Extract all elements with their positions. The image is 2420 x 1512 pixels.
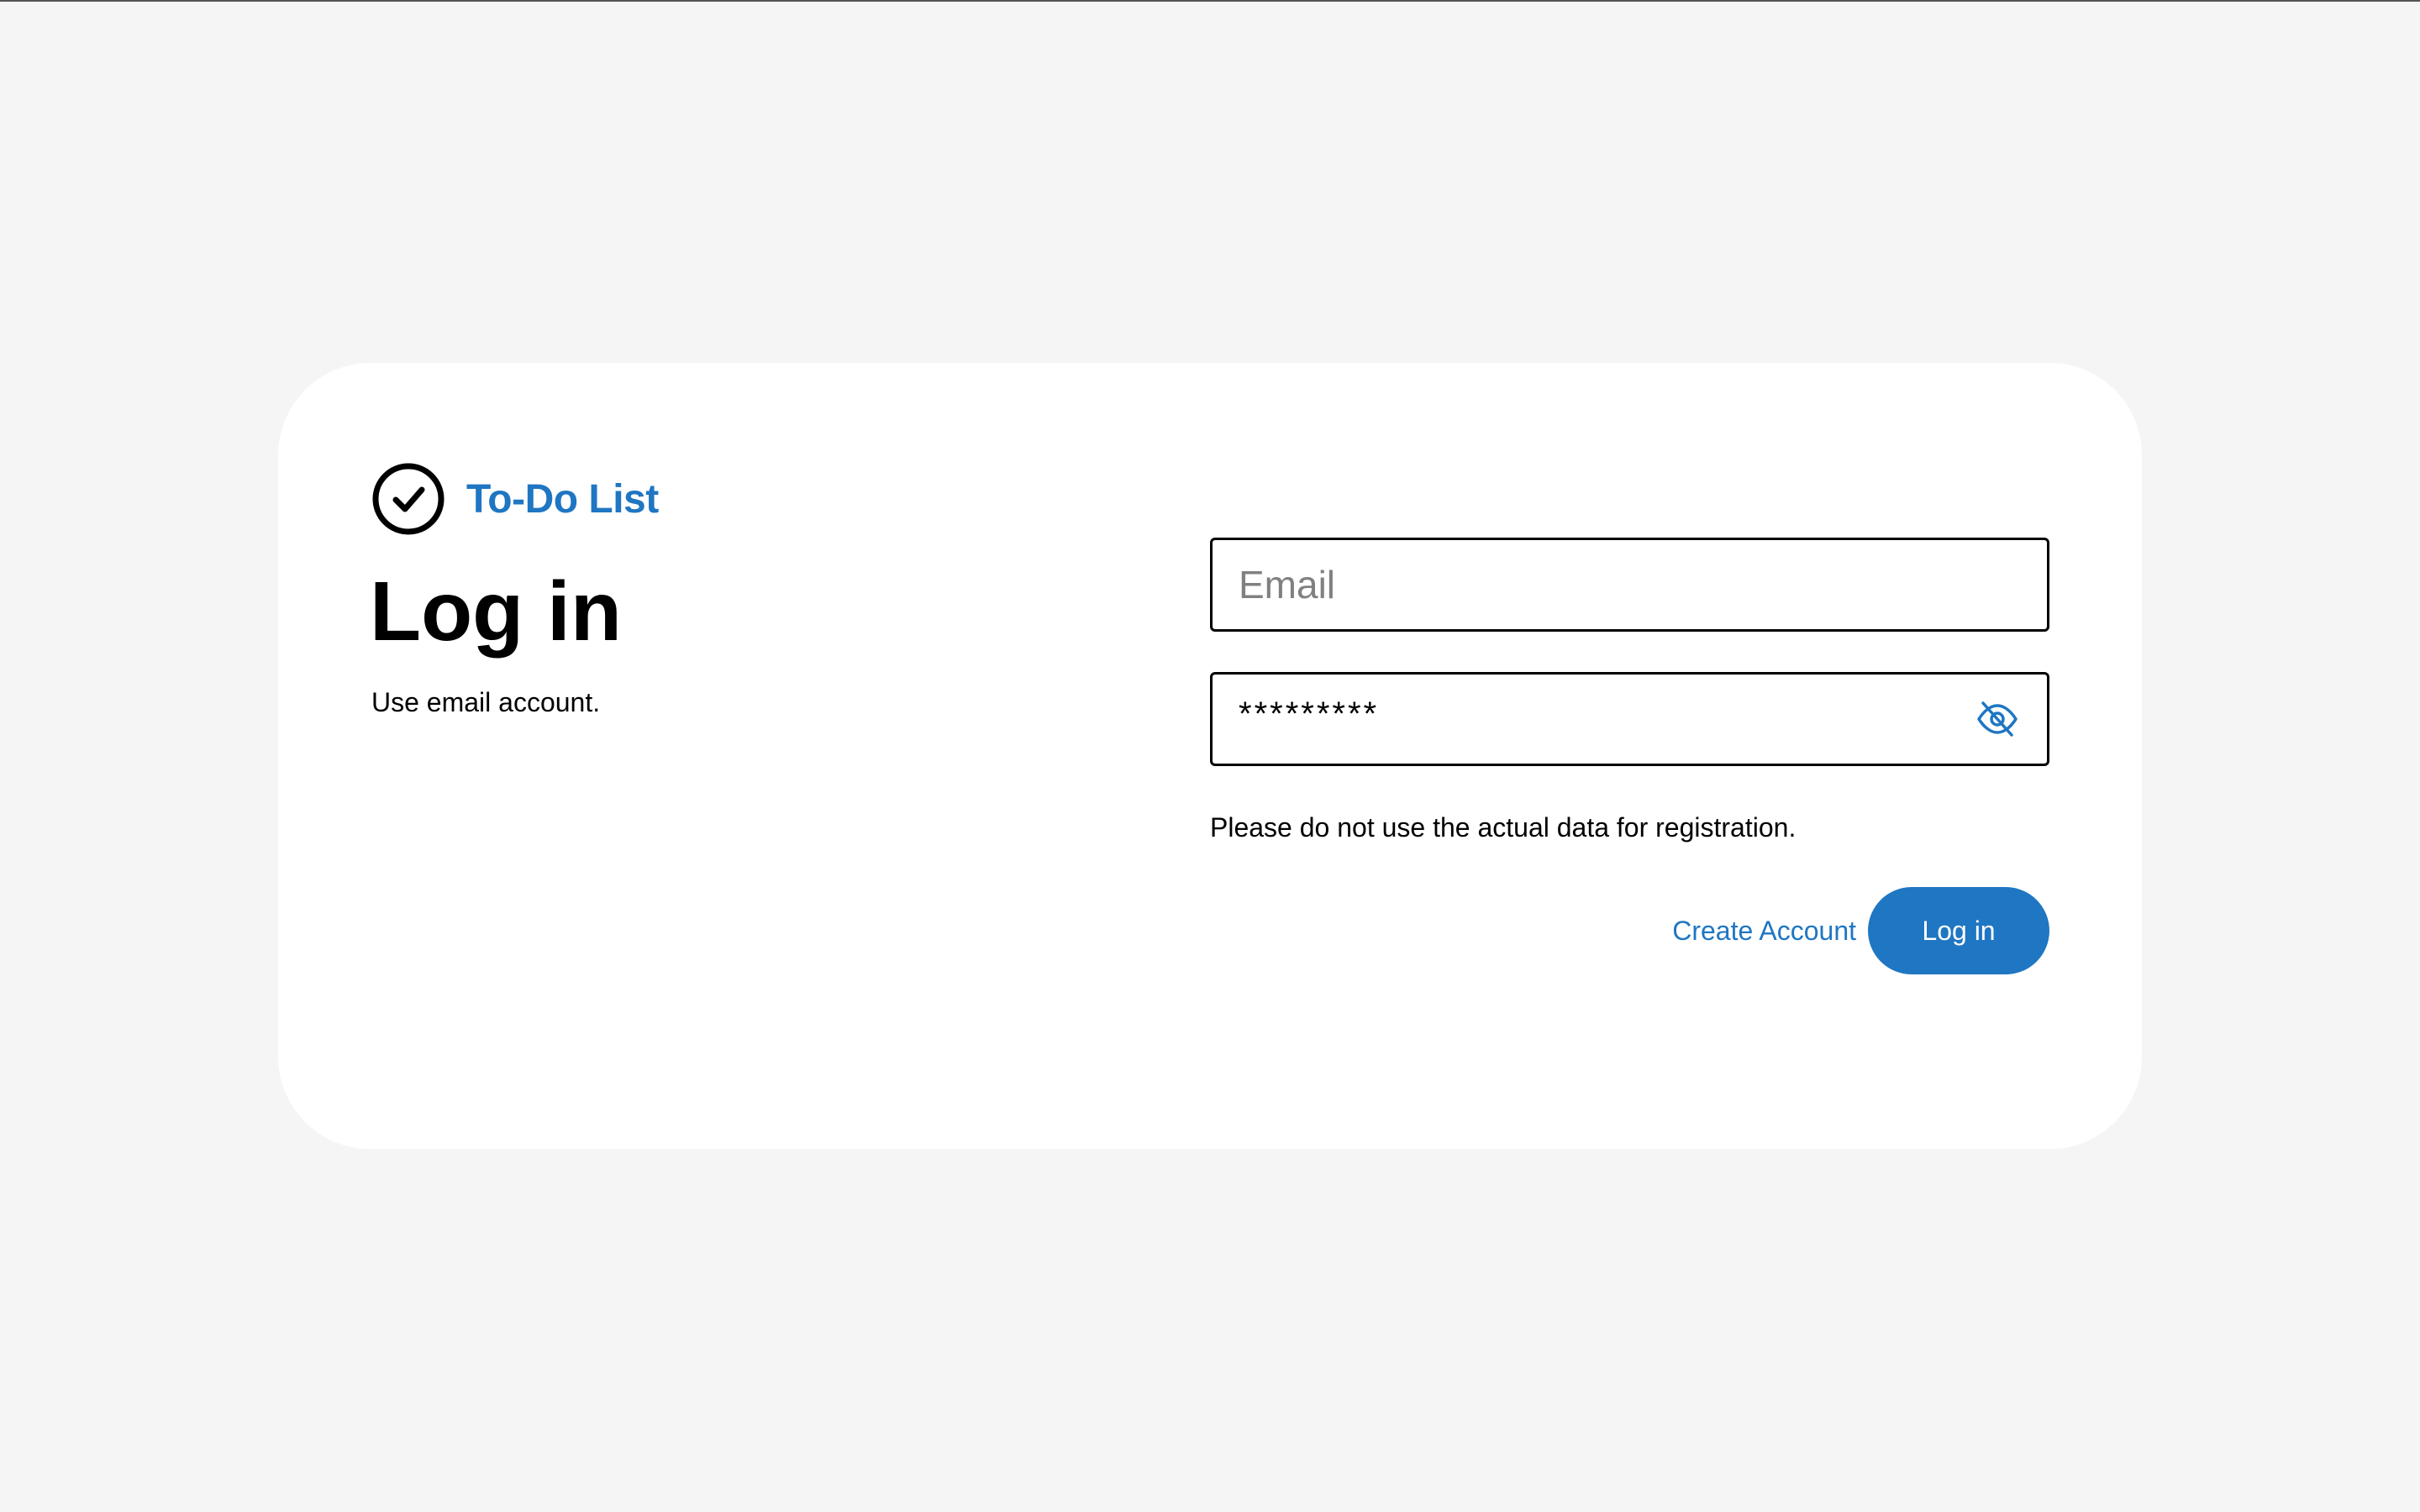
password-field-box	[1210, 669, 2049, 766]
login-form: Please do not use the actual data for re…	[1210, 538, 2049, 974]
app-name: To-Do List	[466, 476, 659, 522]
top-border	[0, 0, 2420, 2]
page-title: Log in	[370, 564, 622, 659]
login-button[interactable]: Log in	[1868, 887, 2049, 974]
password-input[interactable]	[1239, 669, 1978, 759]
login-card: To-Do List Log in Use email account. Ple…	[278, 363, 2142, 1149]
check-circle-icon	[372, 463, 445, 535]
brand: To-Do List	[371, 460, 659, 538]
form-actions: Create Account Log in	[1210, 887, 2049, 974]
login-intro: To-Do List Log in Use email account.	[370, 460, 659, 718]
create-account-link[interactable]: Create Account	[1210, 887, 1856, 974]
eye-off-icon[interactable]	[1976, 700, 2018, 738]
email-input[interactable]	[1239, 540, 1978, 629]
page-subtitle: Use email account.	[371, 687, 601, 717]
email-field-box	[1210, 538, 2049, 632]
registration-notice: Please do not use the actual data for re…	[1210, 812, 1797, 843]
